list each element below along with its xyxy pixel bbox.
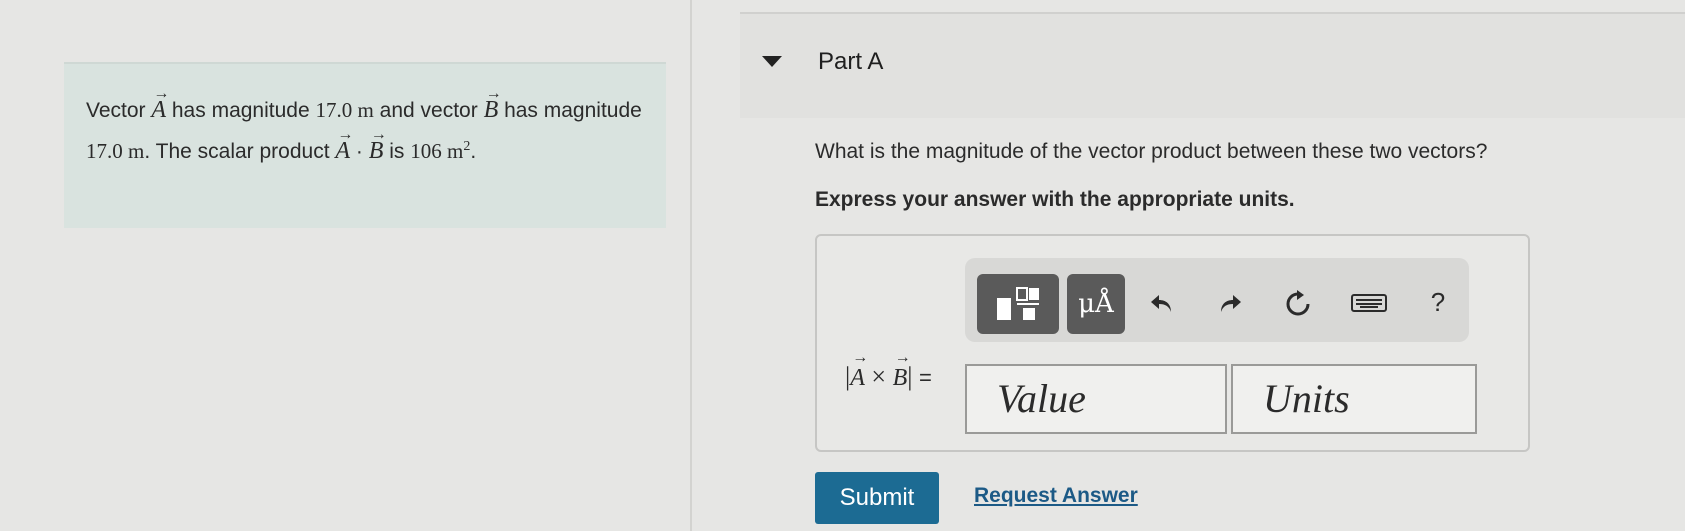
collapse-caret-icon[interactable] — [762, 56, 782, 67]
answer-expression-label: |A × B| = — [845, 349, 932, 392]
vector-b-symbol: B — [484, 76, 502, 128]
reset-icon[interactable] — [1281, 286, 1315, 322]
answer-panel: μÅ ? |A × B| = Value Units — [815, 234, 1530, 452]
scalar-product-value: 106 m — [410, 139, 464, 163]
vector-a-symbol: A — [151, 76, 169, 128]
problem-text: has magnitude — [498, 99, 642, 122]
magnitude-b: 17.0 m — [86, 139, 145, 163]
expr-vector-b: B — [893, 349, 911, 392]
fraction-template-icon[interactable] — [977, 274, 1059, 334]
expr-vector-a: A — [850, 349, 868, 392]
column-divider — [690, 0, 692, 531]
part-a-header[interactable]: Part A — [740, 12, 1685, 118]
question-text: What is the magnitude of the vector prod… — [815, 140, 1488, 163]
dot-vector-b: B — [369, 117, 387, 169]
help-button[interactable]: ? — [1423, 284, 1453, 320]
redo-icon[interactable] — [1213, 286, 1247, 322]
value-input[interactable]: Value — [965, 364, 1227, 434]
units-button[interactable]: μÅ — [1067, 274, 1125, 334]
dot-vector-a: A — [335, 117, 353, 169]
keyboard-icon[interactable] — [1349, 288, 1389, 318]
instruction-text: Express your answer with the appropriate… — [815, 188, 1295, 211]
cross-operator: × — [871, 362, 887, 391]
problem-text: Vector — [86, 99, 152, 122]
problem-statement: Vector A has magnitude 17.0 m and vector… — [64, 62, 666, 228]
problem-text: . — [470, 140, 477, 163]
math-toolbar: μÅ ? — [965, 258, 1469, 342]
units-input[interactable]: Units — [1231, 364, 1477, 434]
problem-text: . The scalar product — [144, 140, 336, 163]
problem-text: has magnitude — [166, 99, 316, 122]
problem-text: and vector — [373, 99, 484, 122]
undo-icon[interactable] — [1145, 286, 1179, 322]
request-answer-link[interactable]: Request Answer — [974, 484, 1138, 508]
problem-text: is — [383, 140, 411, 163]
submit-button[interactable]: Submit — [815, 472, 939, 524]
part-title: Part A — [818, 48, 884, 75]
equals-sign: = — [918, 365, 932, 390]
